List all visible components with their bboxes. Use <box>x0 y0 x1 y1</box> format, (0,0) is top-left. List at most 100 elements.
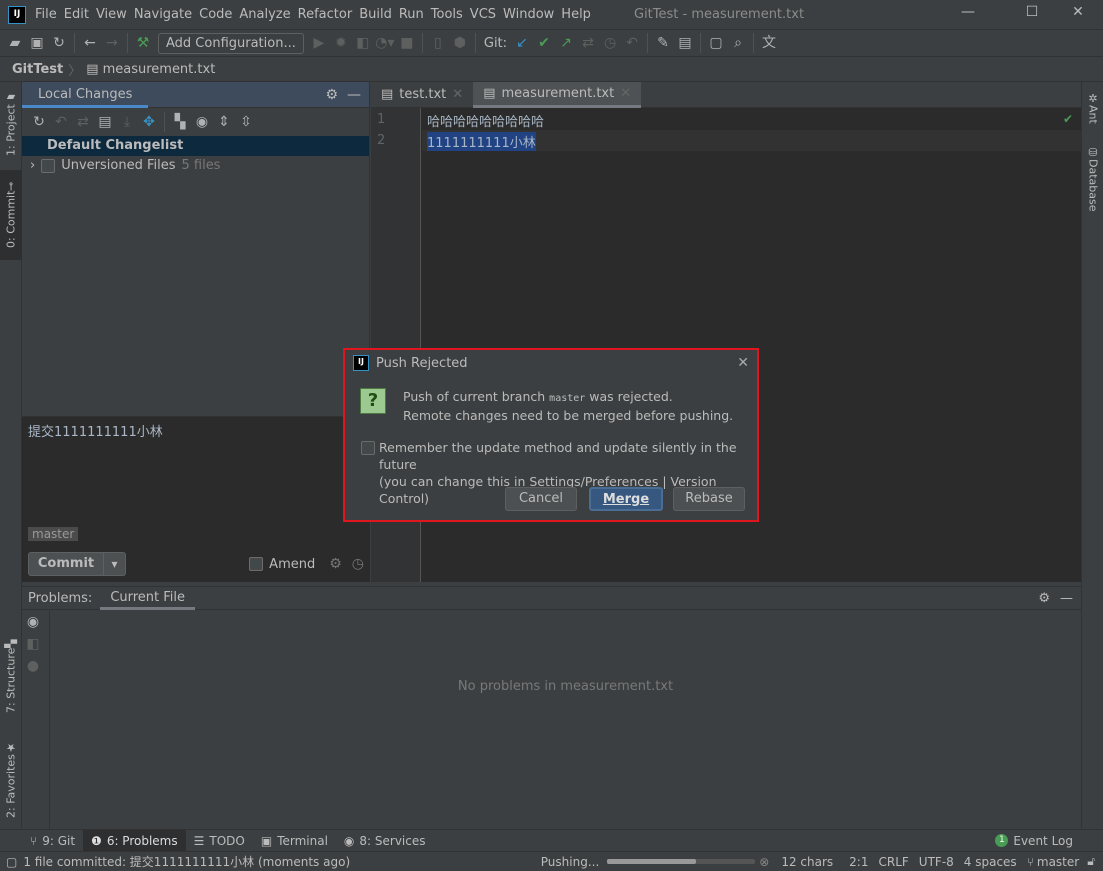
menu-code[interactable]: Code <box>199 7 232 22</box>
status-toggle-icon[interactable]: ▢ <box>6 855 17 869</box>
tab-measurement-txt[interactable]: ▤ measurement.txt ✕ <box>473 81 642 108</box>
menu-help[interactable]: Help <box>561 7 591 22</box>
settings-wrench-icon[interactable]: ✎ <box>652 32 674 54</box>
shelve-icon[interactable]: ⤓ <box>116 111 138 133</box>
project-tool-tab[interactable]: 1: Project ▰ <box>0 86 22 161</box>
indent[interactable]: 4 spaces <box>964 855 1017 869</box>
minimize-button[interactable]: — <box>958 4 978 24</box>
coverage-icon[interactable]: ◧ <box>352 32 374 54</box>
run-icon[interactable]: ▶ <box>308 32 330 54</box>
cursor-position[interactable]: 2:1 <box>849 855 868 869</box>
debug-icon[interactable]: ✹ <box>330 32 352 54</box>
gear-icon[interactable]: ⚙ <box>1038 591 1050 606</box>
terminal-tool-button[interactable]: ▣ Terminal <box>253 830 336 852</box>
commit-tool-tab[interactable]: 0: Commit ⊸ <box>0 170 22 260</box>
commit-button[interactable]: Commit <box>28 552 104 576</box>
expand-diff-icon[interactable]: ✥ <box>138 111 160 133</box>
menu-build[interactable]: Build <box>359 7 392 22</box>
remember-label[interactable]: Remember the update method and update si… <box>379 439 757 473</box>
event-log-button[interactable]: 1 Event Log <box>987 830 1081 852</box>
tab-current-file[interactable]: Current File <box>100 587 196 610</box>
favorites-tool-tab[interactable]: 2: Favorites ★ <box>0 737 22 822</box>
git-commit-icon[interactable]: ✔ <box>533 32 555 54</box>
forward-icon[interactable]: → <box>101 32 123 54</box>
chevron-right-icon[interactable]: › <box>30 156 35 176</box>
close-window-button[interactable]: ✕ <box>1068 4 1088 24</box>
services-tool-button[interactable]: ◉ 8: Services <box>336 830 434 852</box>
hide-icon[interactable]: — <box>1060 591 1073 606</box>
git-push-icon[interactable]: ↗ <box>555 32 577 54</box>
git-branch-widget[interactable]: master <box>1037 855 1079 869</box>
amend-checkbox[interactable] <box>249 557 264 571</box>
device-icon[interactable]: ▯ <box>427 32 449 54</box>
project-structure-icon[interactable]: ▤ <box>674 32 696 54</box>
close-tab-icon[interactable]: ✕ <box>620 86 631 101</box>
git-compare-icon[interactable]: ⇄ <box>577 32 599 54</box>
menu-refactor[interactable]: Refactor <box>298 7 353 22</box>
search-icon[interactable]: ⌕ <box>727 32 749 54</box>
tab-test-txt[interactable]: ▤ test.txt ✕ <box>371 82 473 108</box>
commit-message-input[interactable]: 提交1111111111小林 <box>22 417 370 525</box>
encoding[interactable]: UTF-8 <box>919 855 954 869</box>
git-update-icon[interactable]: ↙ <box>511 32 533 54</box>
git-tool-button[interactable]: ⑂ 9: Git <box>22 830 83 852</box>
build-hammer-icon[interactable]: ⚒ <box>132 32 154 54</box>
translate-icon[interactable]: 文 <box>758 32 780 54</box>
code-line[interactable]: 哈哈哈哈哈哈哈哈哈 <box>427 111 544 130</box>
close-dialog-icon[interactable]: ✕ <box>737 355 749 371</box>
problems-tool-button[interactable]: ❶ 6: Problems <box>83 829 186 852</box>
open-folder-icon[interactable]: ▰ <box>4 32 26 54</box>
code-line-selected[interactable]: 1111111111小林 <box>427 132 536 151</box>
maximize-button[interactable]: ☐ <box>1022 4 1042 24</box>
menu-file[interactable]: File <box>35 7 57 22</box>
eye-icon[interactable]: ◉ <box>191 111 213 133</box>
todo-tool-button[interactable]: ☰ TODO <box>186 830 253 852</box>
menu-vcs[interactable]: VCS <box>470 7 496 22</box>
cancel-progress-icon[interactable]: ⊗ <box>759 855 769 869</box>
close-tab-icon[interactable]: ✕ <box>452 87 463 102</box>
save-icon[interactable]: ▣ <box>26 32 48 54</box>
menu-navigate[interactable]: Navigate <box>134 7 192 22</box>
collapse-all-icon[interactable]: ⇳ <box>235 111 257 133</box>
breadcrumb-project[interactable]: GitTest <box>12 62 63 77</box>
changelist-icon[interactable]: ▤ <box>94 111 116 133</box>
menu-run[interactable]: Run <box>399 7 424 22</box>
group-by-icon[interactable]: ▚ <box>169 111 191 133</box>
settings-gear-icon[interactable]: ⚙ <box>329 556 342 572</box>
line-separator[interactable]: CRLF <box>878 855 908 869</box>
history-icon[interactable]: ◷ <box>599 32 621 54</box>
char-count[interactable]: 12 chars <box>781 855 833 869</box>
unversioned-checkbox[interactable] <box>41 159 56 173</box>
stop-icon[interactable]: ■ <box>396 32 418 54</box>
terminal-window-icon[interactable]: ▢ <box>705 32 727 54</box>
menu-analyze[interactable]: Analyze <box>239 7 290 22</box>
add-configuration-button[interactable]: Add Configuration... <box>158 32 304 54</box>
back-icon[interactable]: ← <box>79 32 101 54</box>
profile-icon[interactable]: ◔▾ <box>374 32 396 54</box>
menu-edit[interactable]: Edit <box>64 7 89 22</box>
inspection-ok-icon[interactable]: ✔ <box>1063 112 1073 126</box>
menu-window[interactable]: Window <box>503 7 554 22</box>
refresh-icon[interactable]: ↻ <box>28 111 50 133</box>
menu-view[interactable]: View <box>96 7 127 22</box>
menu-tools[interactable]: Tools <box>431 7 463 22</box>
eye-icon[interactable]: ◉ <box>22 611 44 633</box>
unversioned-files-node[interactable]: › Unversioned Files 5 files <box>22 156 369 176</box>
merge-button[interactable]: Merge <box>589 487 663 511</box>
cancel-button[interactable]: Cancel <box>505 487 577 511</box>
local-changes-tab[interactable]: Local Changes <box>22 82 149 108</box>
rollback-icon[interactable]: ↶ <box>50 111 72 133</box>
default-changelist[interactable]: Default Changelist <box>22 136 369 156</box>
sdk-icon[interactable]: ⬢ <box>449 32 471 54</box>
bulb-icon[interactable]: ● <box>22 655 44 677</box>
remember-checkbox[interactable] <box>361 441 375 455</box>
diff-icon[interactable]: ⇄ <box>72 111 94 133</box>
ant-tool-tab[interactable]: ✲ Ant <box>1082 88 1103 128</box>
expand-all-icon[interactable]: ⇕ <box>213 111 235 133</box>
rollback-icon[interactable]: ↶ <box>621 32 643 54</box>
rebase-button[interactable]: Rebase <box>673 487 745 511</box>
status-message[interactable]: 1 file committed: 提交1111111111小林 (moment… <box>23 853 350 870</box>
gear-icon[interactable]: ⚙ <box>326 87 339 103</box>
structure-tool-tab[interactable]: 7: Structure ▚ <box>0 634 22 719</box>
sync-icon[interactable]: ↻ <box>48 32 70 54</box>
